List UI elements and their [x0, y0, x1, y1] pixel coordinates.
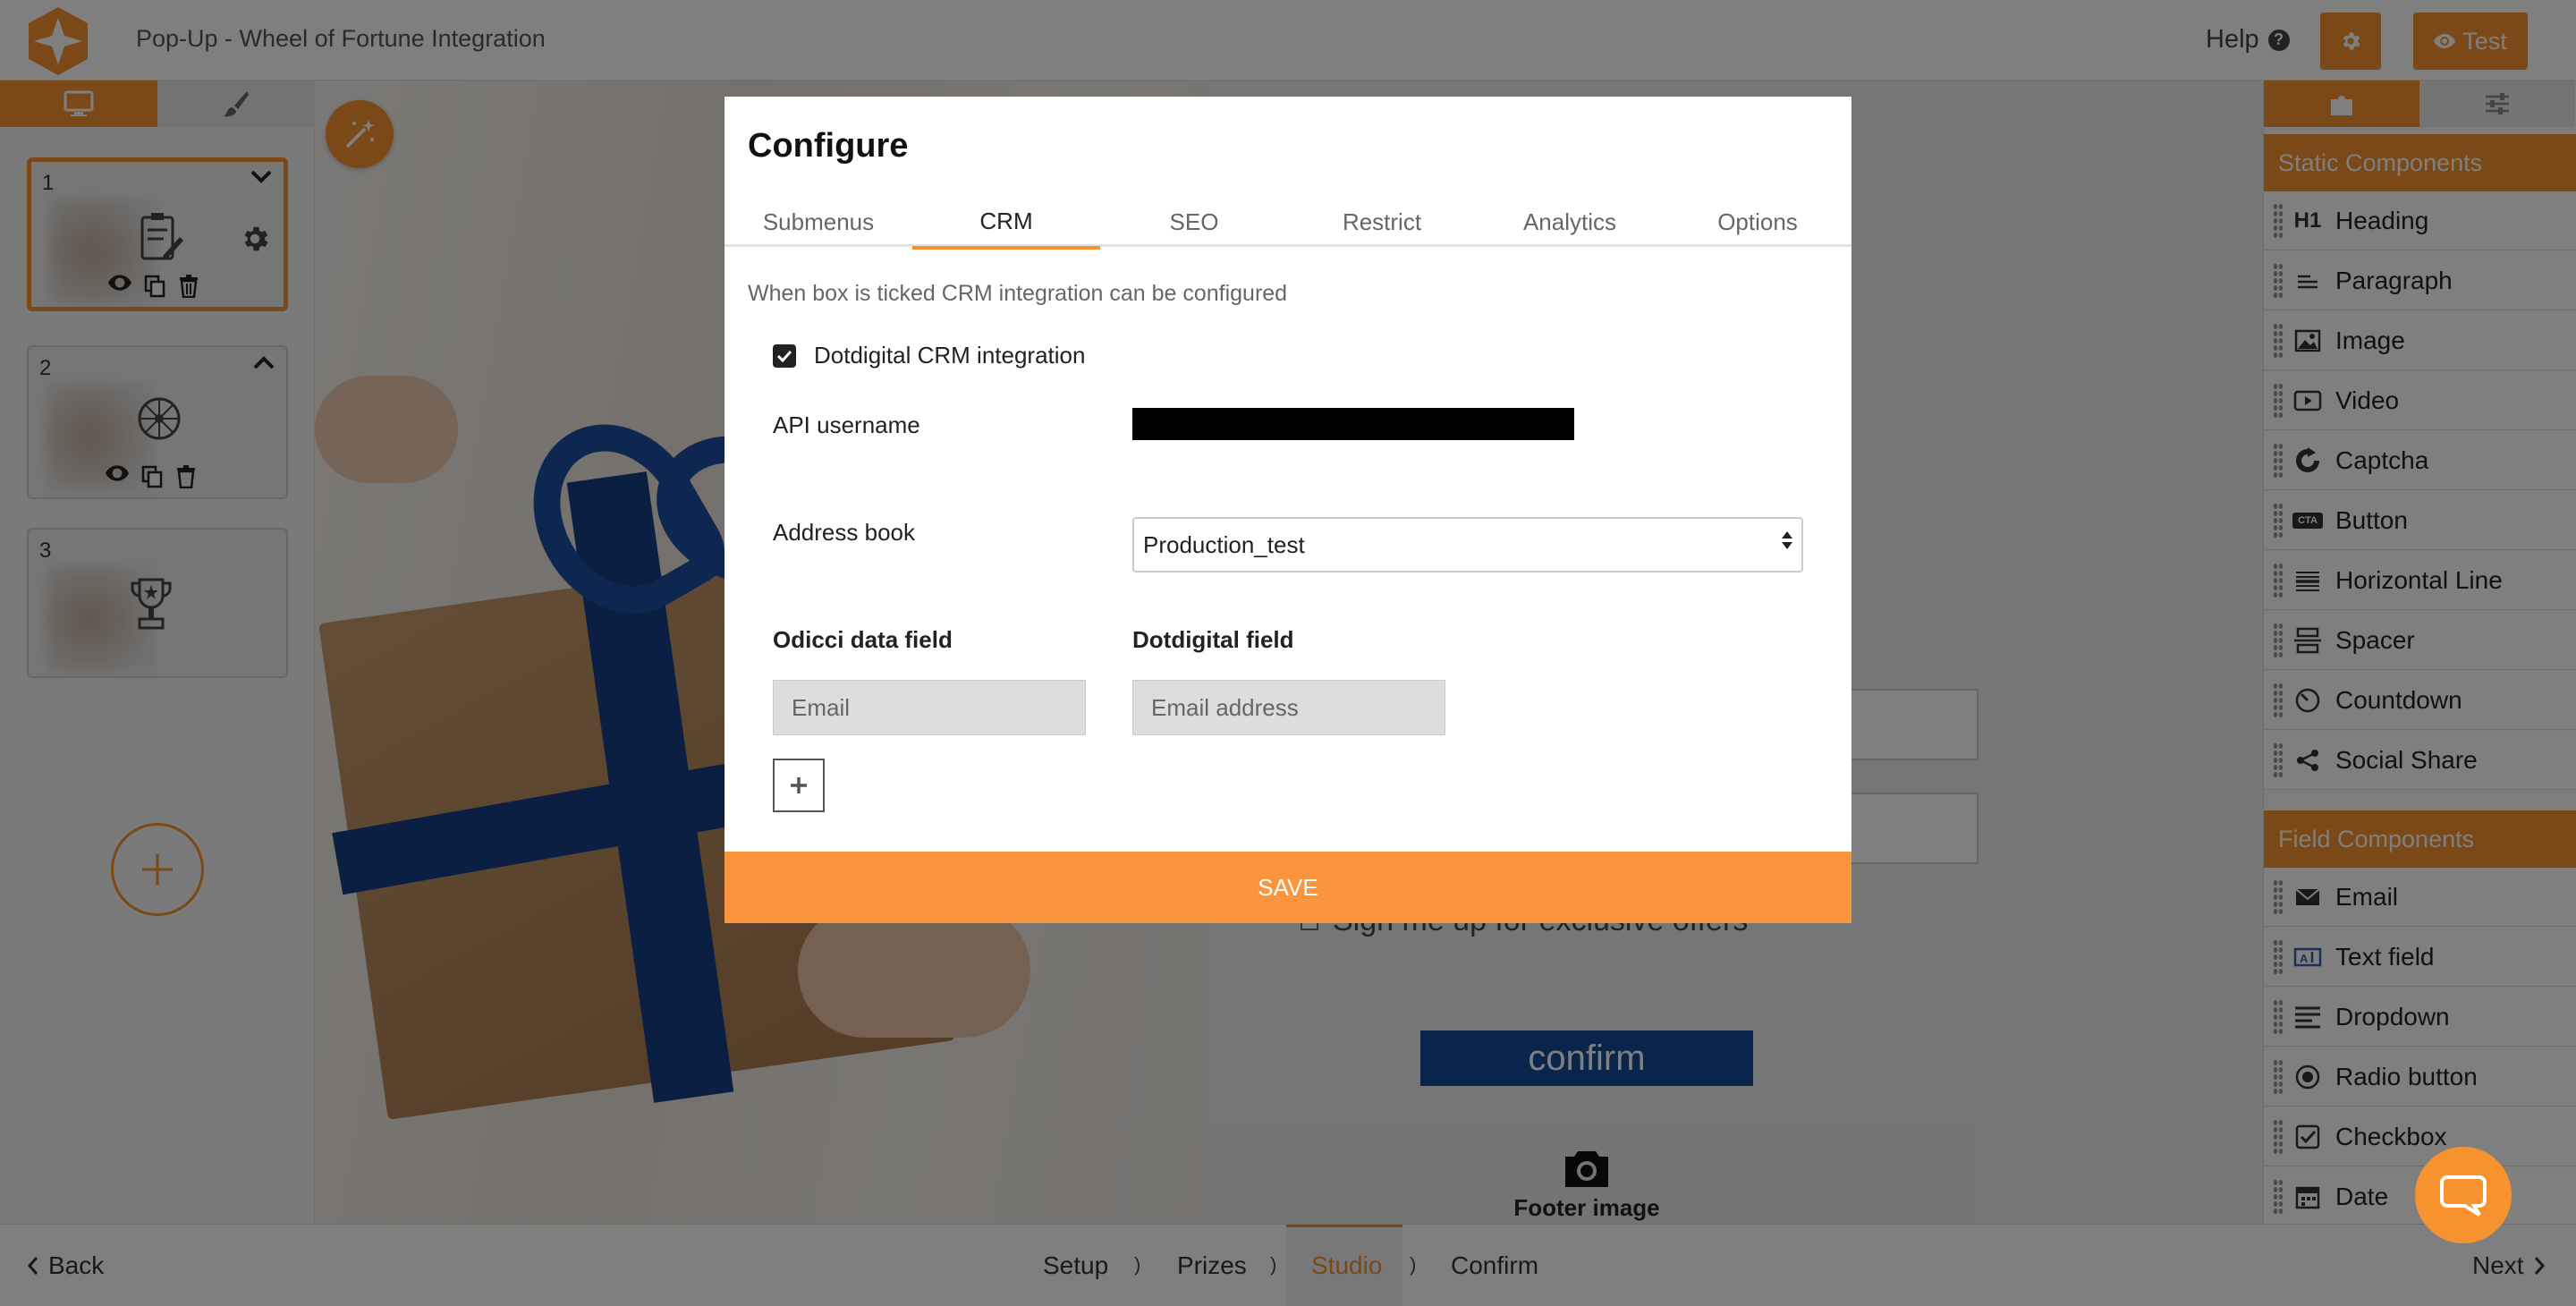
source-field-input[interactable]: Email — [773, 680, 1086, 735]
address-book-select[interactable]: Production_test — [1132, 517, 1803, 572]
tab-submenus[interactable]: Submenus — [724, 197, 912, 247]
chat-launcher-button[interactable] — [2415, 1147, 2512, 1243]
crm-integration-toggle[interactable]: Dotdigital CRM integration — [773, 342, 1085, 369]
api-username-field-redacted[interactable] — [1132, 408, 1574, 440]
crm-checkbox[interactable] — [773, 343, 796, 368]
tab-options[interactable]: Options — [1664, 197, 1852, 247]
save-button[interactable]: SAVE — [724, 852, 1852, 923]
target-field-input[interactable]: Email address — [1132, 680, 1445, 735]
configure-dialog: Configure Submenus CRM SEO Restrict Anal… — [724, 97, 1852, 923]
source-field-header: Odicci data field — [773, 626, 953, 653]
tab-seo[interactable]: SEO — [1100, 197, 1288, 247]
target-field-header: Dotdigital field — [1132, 626, 1294, 653]
add-mapping-button[interactable] — [773, 759, 825, 812]
plus-icon — [791, 777, 807, 793]
tab-analytics[interactable]: Analytics — [1476, 197, 1664, 247]
api-username-label: API username — [773, 411, 920, 438]
checkmark-icon — [776, 350, 792, 362]
address-book-label: Address book — [773, 519, 915, 546]
crm-hint-text: When box is ticked CRM integration can b… — [748, 281, 1288, 306]
crm-checkbox-label: Dotdigital CRM integration — [814, 342, 1086, 369]
select-arrows-icon — [1782, 531, 1792, 549]
chat-icon — [2440, 1175, 2487, 1217]
address-book-value: Production_test — [1143, 530, 1305, 558]
dialog-tabs: Submenus CRM SEO Restrict Analytics Opti… — [724, 197, 1852, 250]
tab-crm[interactable]: CRM — [912, 197, 1100, 250]
dialog-title: Configure — [748, 127, 909, 165]
tab-restrict[interactable]: Restrict — [1288, 197, 1476, 247]
